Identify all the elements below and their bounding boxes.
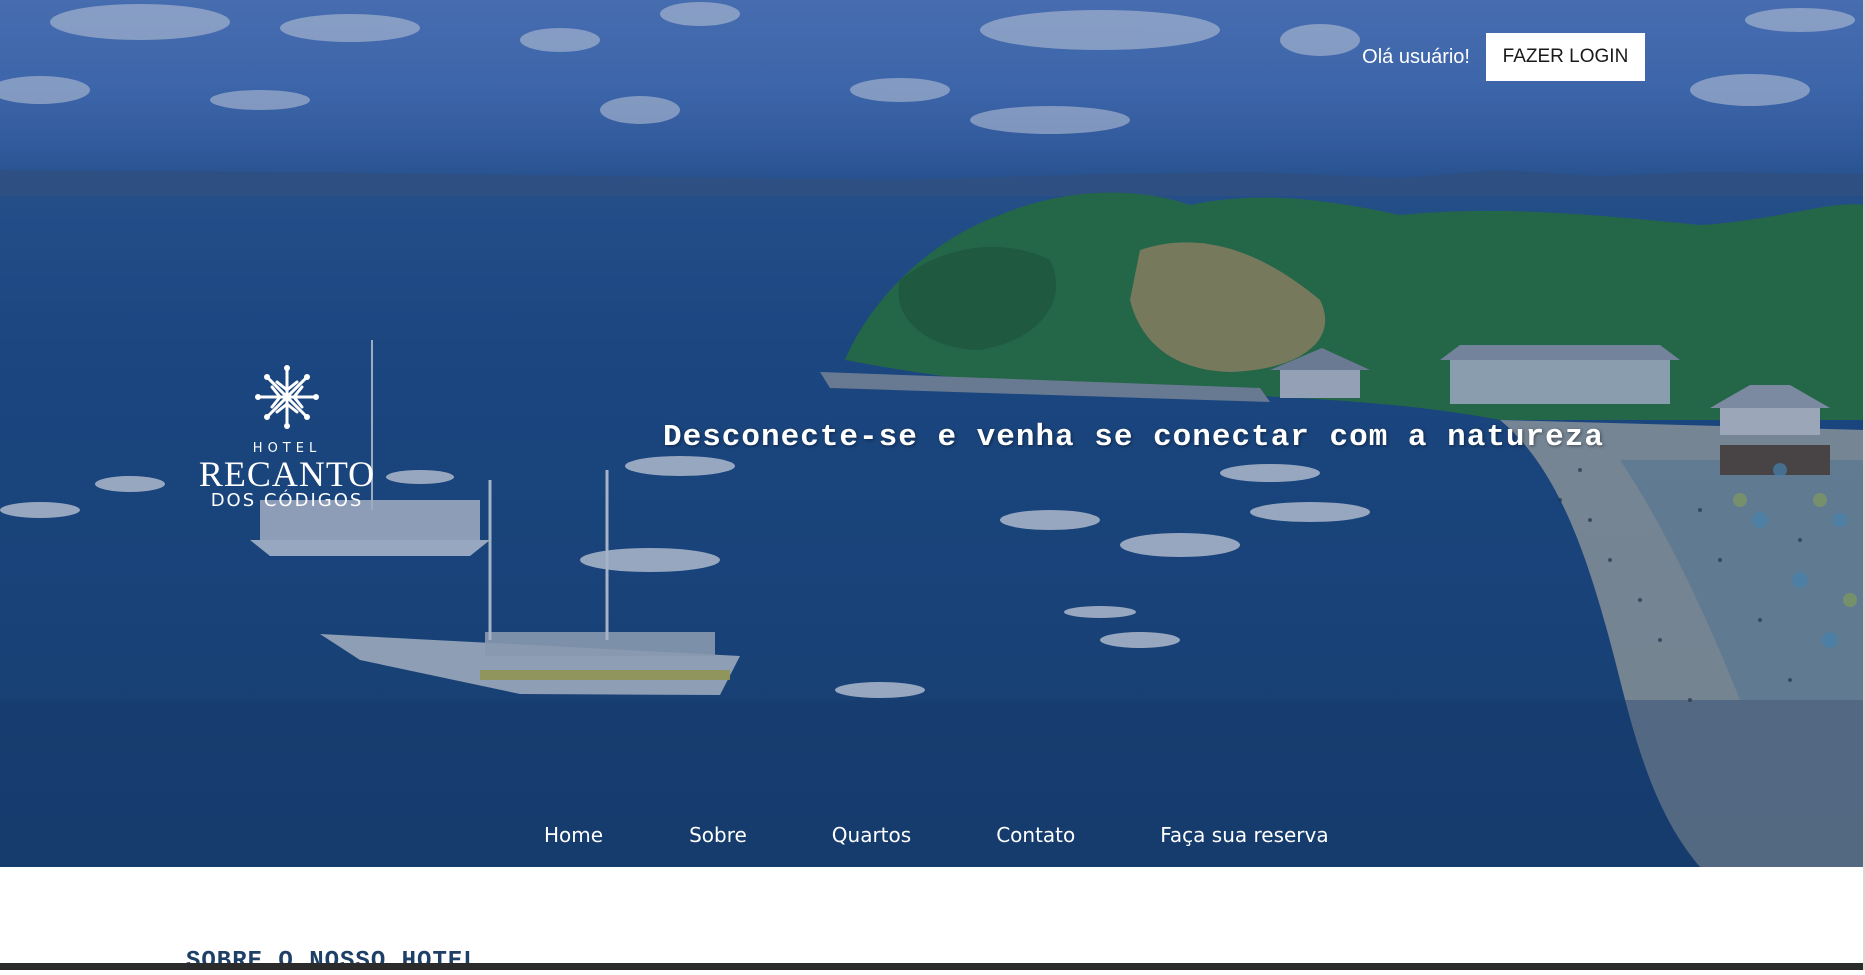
hotel-logo[interactable]: HOTEL RECANTO DOS CÓDIGOS <box>195 362 379 510</box>
nav-item-contato[interactable]: Contato <box>996 823 1075 847</box>
window-bottom-bar <box>0 963 1865 970</box>
main-nav: Home Sobre Quartos Contato Faça sua rese… <box>544 823 1329 847</box>
user-greeting: Olá usuário! <box>1362 45 1470 68</box>
nav-item-reserva[interactable]: Faça sua reserva <box>1160 823 1328 847</box>
nav-item-sobre[interactable]: Sobre <box>689 823 747 847</box>
login-button[interactable]: FAZER LOGIN <box>1486 33 1645 81</box>
snowflake-logo-icon <box>255 365 319 429</box>
logo-recanto-text: RECANTO <box>198 454 376 494</box>
hero-tagline: Desconecte-se e venha se conectar com a … <box>663 420 1604 455</box>
logo-dos-codigos-text: DOS CÓDIGOS <box>210 490 364 511</box>
nav-item-home[interactable]: Home <box>544 823 603 847</box>
top-bar: Olá usuário! FAZER LOGIN <box>1362 33 1645 81</box>
nav-item-quartos[interactable]: Quartos <box>832 823 911 847</box>
about-section-title: SOBRE O NOSSO HOTEL <box>186 948 479 975</box>
